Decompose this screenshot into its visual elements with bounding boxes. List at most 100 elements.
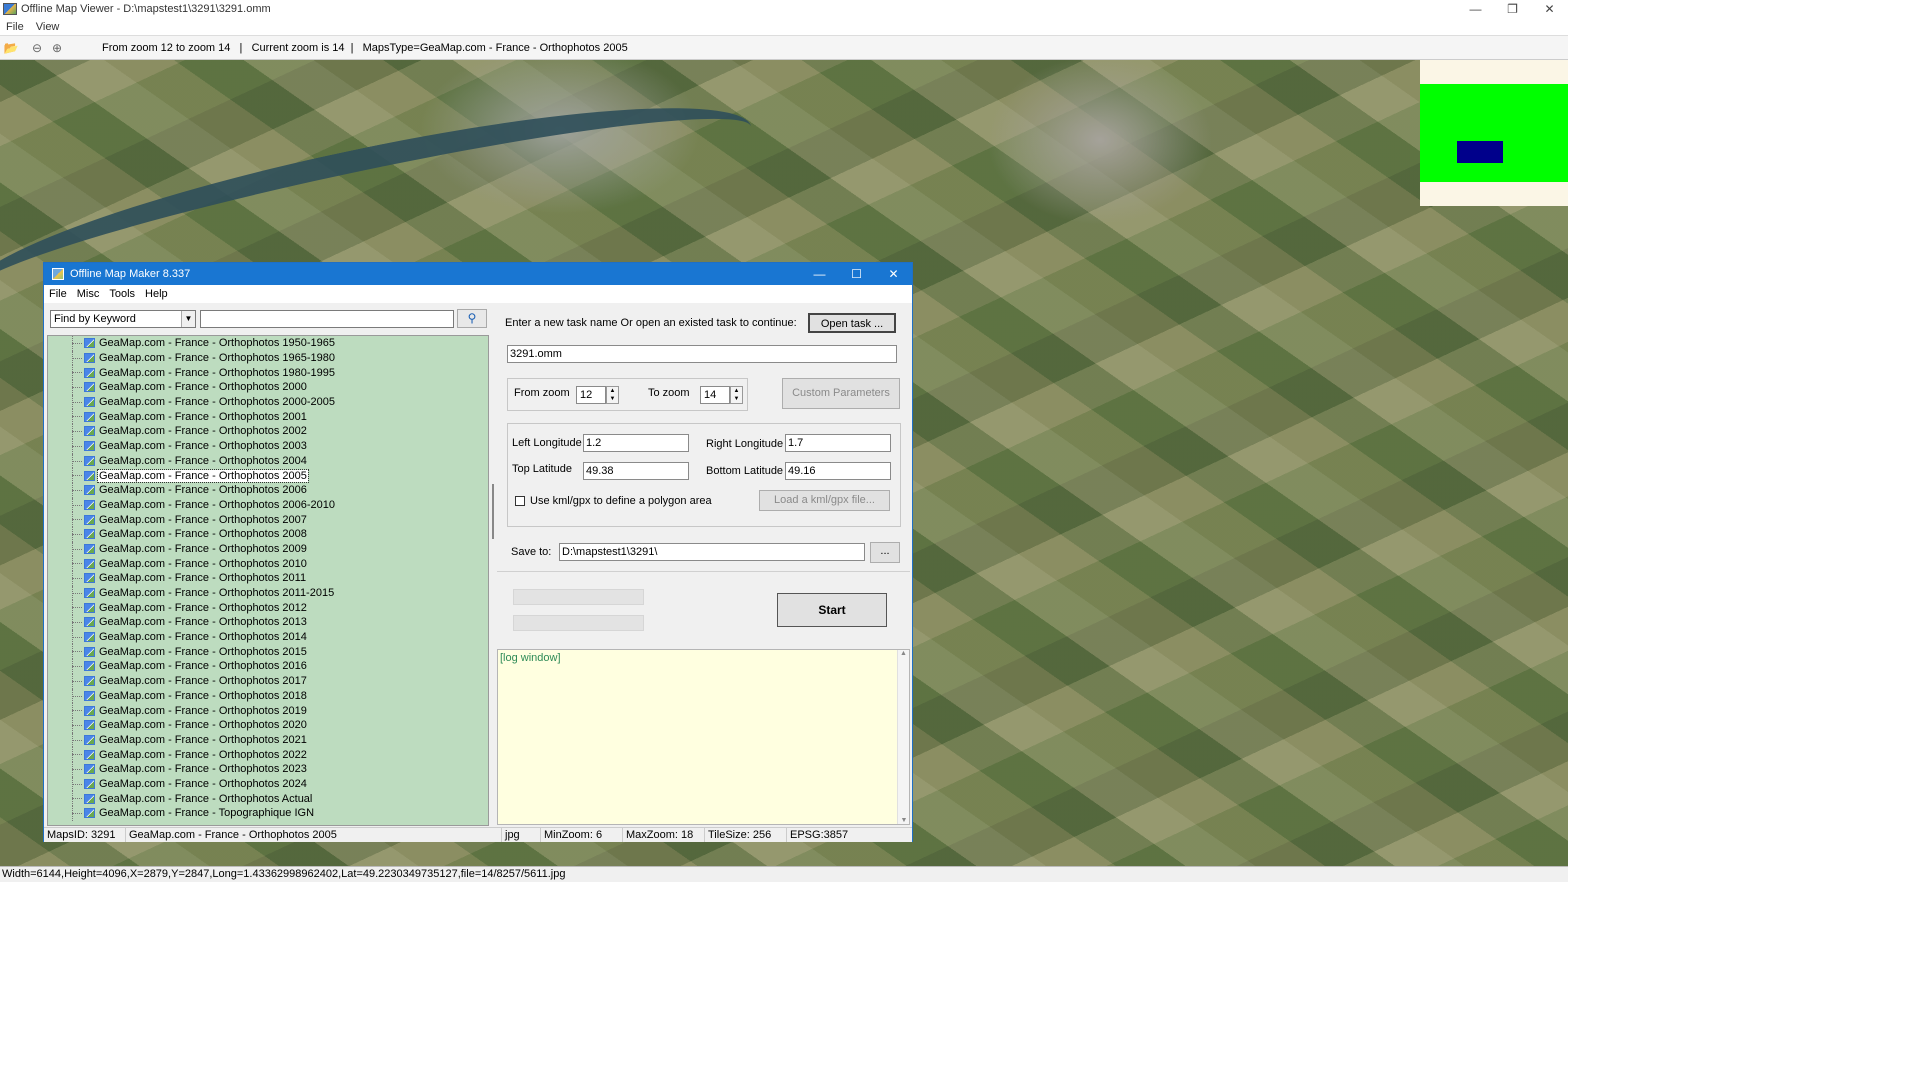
tree-item[interactable]: GeaMap.com - France - Orthophotos 2015: [48, 644, 488, 660]
tree-item[interactable]: GeaMap.com - France - Orthophotos 2009: [48, 541, 488, 557]
tree-item[interactable]: GeaMap.com - France - Orthophotos 2024: [48, 776, 488, 792]
chevron-down-icon[interactable]: ▼: [181, 310, 195, 327]
top-latitude-field[interactable]: 49.38: [583, 462, 689, 480]
map-source-icon: [84, 690, 95, 701]
dialog-menu-help[interactable]: Help: [140, 288, 173, 300]
browse-button[interactable]: ...: [870, 542, 900, 563]
close-icon[interactable]: ✕: [1531, 0, 1568, 18]
scroll-up-icon[interactable]: ▲: [898, 650, 909, 657]
dialog-close-icon[interactable]: ✕: [875, 263, 912, 285]
dialog-title-bar[interactable]: Offline Map Maker 8.337 — ☐ ✕: [44, 263, 912, 285]
dialog-minimize-icon[interactable]: —: [801, 263, 838, 285]
tree-item[interactable]: GeaMap.com - France - Orthophotos 2001: [48, 409, 488, 425]
tree-item-label: GeaMap.com - France - Orthophotos 2018: [99, 689, 307, 702]
tree-item[interactable]: GeaMap.com - France - Orthophotos 2012: [48, 600, 488, 616]
tree-item[interactable]: GeaMap.com - France - Orthophotos 2005: [48, 468, 488, 483]
tree-item[interactable]: GeaMap.com - France - Orthophotos 2018: [48, 688, 488, 704]
zoom-in-icon[interactable]: ⊕: [48, 39, 66, 57]
to-zoom-updown-icon[interactable]: ▲ ▼: [730, 386, 743, 404]
tree-item[interactable]: GeaMap.com - France - Topographique IGN: [48, 806, 488, 821]
tree-item[interactable]: GeaMap.com - France - Orthophotos 1950-1…: [48, 336, 488, 351]
tree-item[interactable]: GeaMap.com - France - Orthophotos 2000: [48, 380, 488, 395]
task-name-field[interactable]: 3291.omm: [507, 345, 897, 363]
bottom-latitude-field[interactable]: 49.16: [785, 462, 891, 480]
dialog-maximize-icon[interactable]: ☐: [838, 263, 875, 285]
tree-item[interactable]: GeaMap.com - France - Orthophotos 2016: [48, 659, 488, 674]
dialog-menu-tools[interactable]: Tools: [104, 288, 140, 300]
viewer-title-bar: Offline Map Viewer - D:\mapstest1\3291\3…: [0, 0, 1568, 18]
tree-item[interactable]: GeaMap.com - France - Orthophotos 2021: [48, 732, 488, 748]
tree-branch-line: [72, 372, 82, 374]
tree-item[interactable]: GeaMap.com - France - Orthophotos 2007: [48, 512, 488, 527]
kml-checkbox[interactable]: [515, 496, 525, 506]
dialog-menu-misc[interactable]: Misc: [72, 288, 105, 300]
open-folder-icon[interactable]: 📂: [2, 39, 20, 57]
tree-branch-line: [72, 578, 82, 579]
load-kml-button[interactable]: Load a kml/gpx file...: [759, 490, 890, 511]
tree-item[interactable]: GeaMap.com - France - Orthophotos 2014: [48, 629, 488, 645]
dialog-menu-bar: File Misc Tools Help: [44, 285, 912, 303]
map-source-icon: [84, 441, 95, 452]
tree-item[interactable]: GeaMap.com - France - Orthophotos 2003: [48, 438, 488, 454]
tree-branch-line: [72, 357, 82, 359]
tree-item[interactable]: GeaMap.com - France - Orthophotos 2004: [48, 453, 488, 469]
scroll-down-icon[interactable]: ▼: [898, 817, 910, 824]
open-task-button[interactable]: Open task ...: [808, 313, 896, 333]
custom-parameters-button[interactable]: Custom Parameters: [782, 378, 900, 409]
tree-item[interactable]: GeaMap.com - France - Orthophotos 2017: [48, 673, 488, 689]
tree-item[interactable]: GeaMap.com - France - Orthophotos 2022: [48, 747, 488, 762]
tree-item[interactable]: GeaMap.com - France - Orthophotos 2023: [48, 761, 488, 777]
viewer-menu-view[interactable]: View: [30, 21, 66, 33]
tree-branch-line: [72, 739, 82, 741]
search-input[interactable]: [200, 309, 454, 328]
dialog-menu-file[interactable]: File: [44, 288, 72, 300]
left-longitude-field[interactable]: 1.2: [583, 434, 689, 452]
right-longitude-field[interactable]: 1.7: [785, 434, 891, 452]
tree-item[interactable]: GeaMap.com - France - Orthophotos 2011: [48, 571, 488, 586]
tree-branch-line: [72, 666, 82, 668]
map-source-icon: [84, 455, 95, 466]
status-tile-size: TileSize: 256: [705, 828, 787, 842]
viewer-menu-file[interactable]: File: [0, 21, 30, 33]
search-mode-select[interactable]: Find by Keyword ▼: [50, 309, 196, 328]
tree-item[interactable]: GeaMap.com - France - Orthophotos 2008: [48, 526, 488, 542]
log-scrollbar[interactable]: ▲ ▼: [897, 650, 909, 824]
tree-item[interactable]: GeaMap.com - France - Orthophotos 2002: [48, 424, 488, 439]
tree-branch-line: [72, 343, 82, 344]
tree-item[interactable]: GeaMap.com - France - Orthophotos 1965-1…: [48, 350, 488, 366]
from-zoom-spinner[interactable]: 12 ▲ ▼: [576, 386, 619, 404]
tree-scrollbar[interactable]: [492, 484, 494, 539]
tree-item[interactable]: GeaMap.com - France - Orthophotos 1980-1…: [48, 365, 488, 381]
tree-item[interactable]: GeaMap.com - France - Orthophotos 2013: [48, 615, 488, 630]
from-zoom-updown-icon[interactable]: ▲ ▼: [606, 386, 619, 404]
progress-bar-1: [513, 589, 644, 605]
search-button[interactable]: ⚲: [457, 309, 487, 328]
minimap-viewport-box[interactable]: [1457, 141, 1503, 163]
tree-item-label: GeaMap.com - France - Orthophotos 2001: [99, 410, 307, 423]
tree-item[interactable]: GeaMap.com - France - Orthophotos 2010: [48, 556, 488, 571]
tree-item-label: GeaMap.com - France - Orthophotos 2022: [99, 748, 307, 761]
save-to-field[interactable]: D:\mapstest1\3291\: [559, 543, 865, 561]
tree-branch-line: [72, 489, 82, 491]
tree-item[interactable]: GeaMap.com - France - Orthophotos Actual: [48, 791, 488, 806]
status-min-zoom: MinZoom: 6: [541, 828, 623, 842]
log-window[interactable]: [log window] ▲ ▼: [497, 649, 910, 825]
tree-item[interactable]: GeaMap.com - France - Orthophotos 2020: [48, 717, 488, 733]
tree-item[interactable]: GeaMap.com - France - Orthophotos 2011-2…: [48, 585, 488, 601]
tree-item-label: GeaMap.com - France - Orthophotos 2006-2…: [99, 498, 336, 511]
restore-icon[interactable]: ❐: [1494, 0, 1531, 18]
tree-item[interactable]: GeaMap.com - France - Orthophotos 2019: [48, 703, 488, 718]
tree-item[interactable]: GeaMap.com - France - Orthophotos 2006-2…: [48, 497, 488, 513]
zoom-out-icon[interactable]: ⊖: [28, 39, 46, 57]
tree-item-label: GeaMap.com - France - Orthophotos 2012: [99, 601, 307, 614]
start-button[interactable]: Start: [777, 593, 887, 627]
top-latitude-label: Top Latitude: [512, 463, 572, 475]
left-longitude-label: Left Longitude: [512, 437, 582, 449]
to-zoom-spinner[interactable]: 14 ▲ ▼: [700, 386, 743, 404]
maps-tree[interactable]: GeaMap.com - France - Orthophotos 1950-1…: [47, 335, 489, 826]
minimize-icon[interactable]: —: [1457, 0, 1494, 18]
tree-item[interactable]: GeaMap.com - France - Orthophotos 2006: [48, 482, 488, 498]
tree-item[interactable]: GeaMap.com - France - Orthophotos 2000-2…: [48, 394, 488, 410]
tree-item-label: GeaMap.com - France - Orthophotos 2014: [99, 631, 307, 644]
minimap[interactable]: [1420, 60, 1568, 206]
